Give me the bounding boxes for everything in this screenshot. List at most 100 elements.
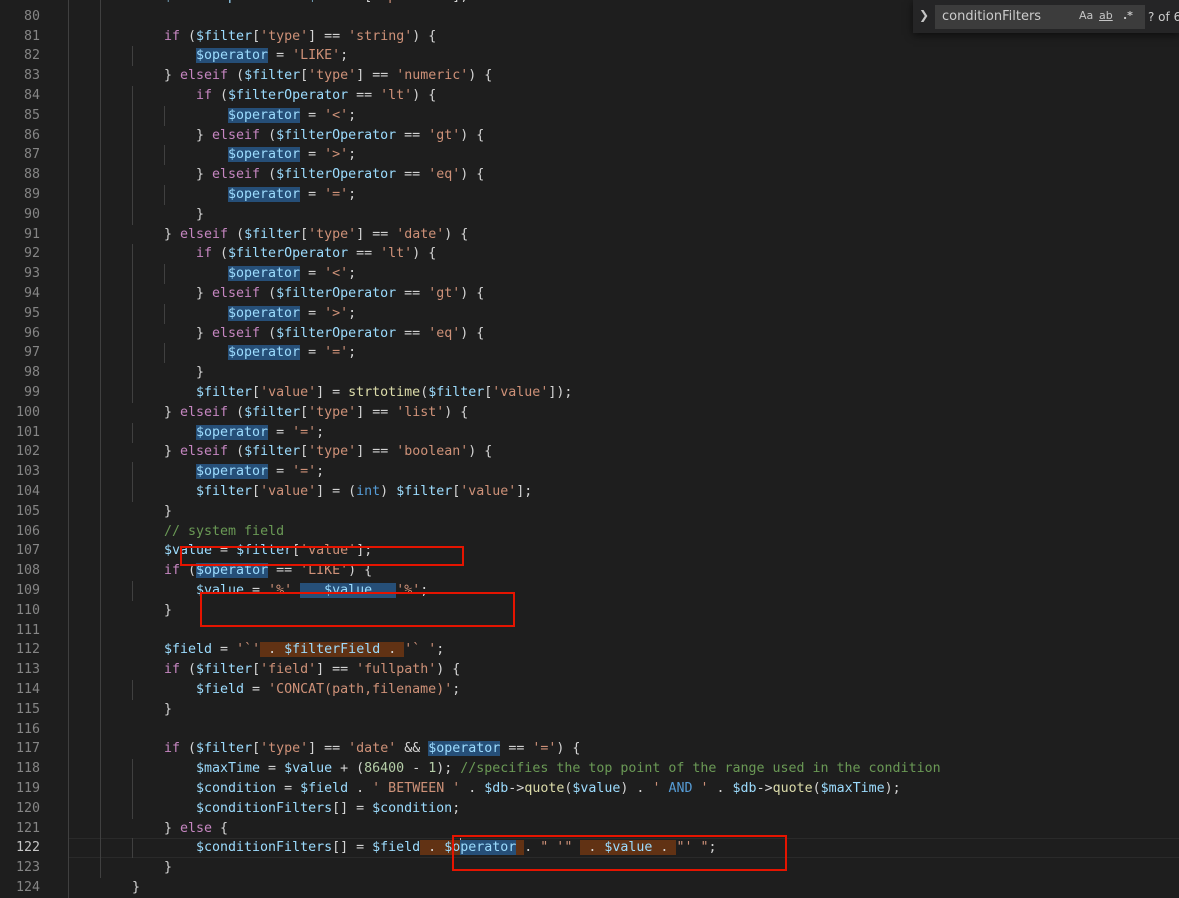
- code-token: elseif: [212, 127, 261, 143]
- indent-guide: [100, 858, 101, 879]
- indent-guide: [68, 759, 69, 780]
- code-line[interactable]: 112 $field = '`' . $filterField . '` ';: [0, 640, 1179, 661]
- code-line[interactable]: 106 // system field: [0, 521, 1179, 542]
- code-line[interactable]: 88} elseif ($filterOperator == 'eq') {: [0, 165, 1179, 186]
- code-token: }: [196, 325, 213, 341]
- code-token: ) {: [412, 88, 437, 103]
- indent-guide: [100, 6, 101, 27]
- code-line[interactable]: 109 $value = '%' . $value . '%';: [0, 581, 1179, 601]
- whole-word-icon[interactable]: ab: [1099, 9, 1113, 22]
- line-number: 94: [23, 286, 40, 301]
- indent-guide: [132, 482, 133, 502]
- code-line[interactable]: 98}: [0, 363, 1179, 384]
- code-line[interactable]: 92 if ($filterOperator == 'lt') {: [0, 244, 1179, 265]
- code-token: elseif: [180, 404, 229, 420]
- code-line[interactable]: 83} elseif ($filter['type'] == 'numeric'…: [0, 66, 1179, 87]
- code-token: quote: [524, 781, 565, 796]
- indent-guide: [68, 363, 69, 384]
- code-line[interactable]: 120 $conditionFilters[] = $condition;: [0, 798, 1179, 819]
- code-line[interactable]: 96} elseif ($filterOperator == 'eq') {: [0, 323, 1179, 344]
- code-line[interactable]: 84 if ($filterOperator == 'lt') {: [0, 86, 1179, 106]
- code-line[interactable]: 95 $operator = '>';: [0, 303, 1179, 324]
- code-line[interactable]: 99 $filter['value'] = strtotime($filter['…: [0, 383, 1179, 403]
- indent-guide: [100, 798, 101, 819]
- code-line[interactable]: 107 $value = $filter['value'];: [0, 541, 1179, 562]
- code-line[interactable]: 93 $operator = '<';: [0, 264, 1179, 285]
- code-line[interactable]: 104 $filter['value'] = (int) $filter['val…: [0, 482, 1179, 502]
- code-token: ) {: [468, 68, 493, 84]
- code-line[interactable]: 124}: [0, 878, 1179, 898]
- code-token: [: [300, 444, 309, 460]
- code-line[interactable]: 113 if ($filter['field'] == 'fullpath') {: [0, 660, 1179, 681]
- code-line[interactable]: 87 $operator = '>';: [0, 145, 1179, 166]
- toggle-replace-chevron-icon[interactable]: ❯: [919, 8, 929, 22]
- code-line[interactable]: 86} elseif ($filterOperator == 'gt') {: [0, 125, 1179, 146]
- indent-guide: [132, 462, 133, 483]
- code-line[interactable]: 119 $condition = $field . ' BETWEEN ' . $…: [0, 779, 1179, 799]
- code-token: =: [268, 464, 293, 480]
- code-token: ) {: [460, 286, 485, 301]
- code-line[interactable]: 118 $maxTime = $value + (86400 - 1); //sp…: [0, 759, 1179, 780]
- code-token: $filter: [244, 404, 301, 420]
- code-token: 'operator': [372, 0, 452, 4]
- indent-guide: [68, 105, 69, 126]
- code-token: 'string': [348, 28, 413, 44]
- code-line[interactable]: 100} elseif ($filter['type'] == 'list') …: [0, 402, 1179, 423]
- line-number: 113: [15, 662, 40, 678]
- code-token: $operator: [228, 305, 301, 321]
- code-token: [] =: [332, 800, 373, 816]
- indent-guide: [100, 26, 101, 47]
- code-line[interactable]: 111: [0, 620, 1179, 641]
- indent-guide: [132, 323, 133, 344]
- code-token: }: [164, 444, 181, 460]
- code-token: ==: [348, 88, 381, 103]
- code-token: [: [300, 226, 309, 242]
- regex-icon[interactable]: .*: [1123, 9, 1133, 22]
- code-line[interactable]: 103 $operator = '=';: [0, 462, 1179, 483]
- code-token: ;: [316, 424, 325, 440]
- code-line[interactable]: 102} elseif ($filter['type'] == 'boolean…: [0, 442, 1179, 463]
- indent-guide: [68, 640, 69, 661]
- code-token: ] =: [316, 385, 349, 400]
- code-text: $maxTime = $value + (86400 - 1); //speci…: [196, 759, 941, 779]
- code-line[interactable]: 101 $operator = '=';: [0, 422, 1179, 443]
- code-token: (: [260, 127, 277, 143]
- indent-guide: [132, 185, 133, 205]
- line-number: 117: [15, 741, 40, 757]
- code-token: ==: [396, 167, 429, 183]
- code-token: }: [164, 226, 181, 242]
- code-token: .: [260, 642, 285, 658]
- code-token: $filterOperator: [228, 88, 349, 103]
- line-number: 87: [23, 147, 40, 163]
- code-token: }: [164, 503, 173, 519]
- code-line[interactable]: 116: [0, 719, 1179, 740]
- code-text: $operator = '>';: [228, 304, 356, 324]
- code-token: ==: [396, 127, 429, 143]
- code-line[interactable]: 105}: [0, 501, 1179, 522]
- code-line[interactable]: 89 $operator = '=';: [0, 185, 1179, 205]
- code-line[interactable]: 85 $operator = '<';: [0, 105, 1179, 126]
- indent-guide: [132, 303, 133, 324]
- line-number: 124: [15, 880, 40, 895]
- match-case-icon[interactable]: Aa: [1079, 9, 1093, 22]
- code-line[interactable]: 82 $operator = 'LIKE';: [0, 46, 1179, 67]
- find-input[interactable]: conditionFilters: [935, 5, 1145, 29]
- code-line[interactable]: 117 if ($filter['type'] == 'date' && $ope…: [0, 739, 1179, 760]
- code-token: 'date': [396, 226, 445, 242]
- code-line[interactable]: 90}: [0, 204, 1179, 225]
- code-token: $filter: [196, 385, 253, 400]
- indent-guide: [164, 105, 165, 126]
- code-line[interactable]: 94} elseif ($filterOperator == 'gt') {: [0, 284, 1179, 304]
- line-number: 109: [15, 583, 40, 598]
- code-line[interactable]: 115}: [0, 699, 1179, 720]
- code-line[interactable]: 108 if ($operator == 'LIKE') {: [0, 561, 1179, 582]
- indent-guide: [100, 105, 101, 126]
- code-line[interactable]: 91} elseif ($filter['type'] == 'date') {: [0, 224, 1179, 245]
- indent-guide: [100, 680, 101, 700]
- code-line[interactable]: 110}: [0, 600, 1179, 621]
- indent-guide: [68, 660, 69, 681]
- code-token: $filter: [196, 28, 253, 44]
- code-line[interactable]: 114 $field = 'CONCAT(path,filename)';: [0, 680, 1179, 700]
- indent-guide: [68, 185, 69, 205]
- code-line[interactable]: 97 $operator = '=';: [0, 343, 1179, 364]
